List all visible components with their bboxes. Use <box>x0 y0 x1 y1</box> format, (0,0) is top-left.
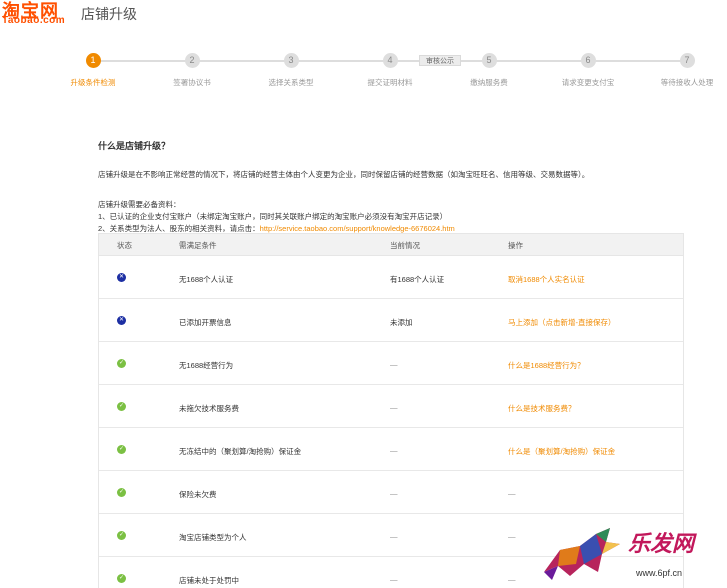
current-status-text: — <box>390 403 398 412</box>
current-status-text: 有1688个人认证 <box>390 275 445 284</box>
page-title: 店铺升级 <box>81 6 137 22</box>
condition-text: 保险未欠费 <box>179 490 217 499</box>
table-row: ✓ 无1688经营行为 — 什么是1688经营行为？ <box>99 342 683 385</box>
current-status-text: — <box>390 360 398 369</box>
table-row: ✓ 未拖欠技术服务费 — 什么是技术服务费？ <box>99 385 683 428</box>
step-number: 1 <box>85 53 101 68</box>
condition-text: 淘宝店铺类型为个人 <box>179 533 247 542</box>
knowledge-link[interactable]: http://service.taobao.com/support/knowle… <box>260 224 455 233</box>
action-link[interactable]: 什么是技术服务费？ <box>508 403 576 414</box>
check-icon: ✓ <box>117 445 126 454</box>
logo-text-en: Taobao.com <box>2 15 66 26</box>
step-number: 4 <box>382 53 398 68</box>
step-3: 3 选择关系类型 <box>241 50 341 88</box>
step-number: 7 <box>679 53 695 68</box>
action-link[interactable]: 取消1688个人实名认证 <box>508 274 585 285</box>
header-condition: 需满足条件 <box>179 241 217 250</box>
table-row: ✕ 无1688个人认证 有1688个人认证 取消1688个人实名认证 <box>99 256 683 299</box>
action-link[interactable]: 马上添加（点击新增-直接保存） <box>508 317 616 328</box>
step-2: 2 签署协议书 <box>142 50 242 88</box>
current-status-text: — <box>390 532 398 541</box>
watermark-text: 乐发网 <box>628 531 695 557</box>
fail-icon: ✕ <box>117 273 126 282</box>
check-icon: ✓ <box>117 359 126 368</box>
step-label: 等待接收人处理 <box>660 78 714 87</box>
step-label: 升级条件检测 <box>70 78 116 87</box>
requirement-1: 1、已认证的企业支付宝账户（未绑定淘宝账户，同时其关联账户绑定的淘宝账户必须没有… <box>98 212 448 221</box>
current-status-text: — <box>390 489 398 498</box>
table-row: ✓ 保险未欠费 — — <box>99 471 683 514</box>
check-icon: ✓ <box>117 531 126 540</box>
condition-text: 无冻结中的（聚划算/淘抢购）保证金 <box>179 447 302 456</box>
watermark-bull-icon <box>544 528 620 580</box>
action-text: — <box>508 489 516 498</box>
step-label: 选择关系类型 <box>268 78 314 87</box>
step-5: 5 缴纳服务费 <box>439 50 539 88</box>
condition-text: 无1688经营行为 <box>179 361 234 370</box>
condition-text: 店铺未处于处罚中 <box>179 576 239 585</box>
step-label: 提交证明材料 <box>367 78 413 87</box>
header-status: 状态 <box>117 241 132 250</box>
table-row: ✓ 无冻结中的（聚划算/淘抢购）保证金 — 什么是（聚划算/淘抢购）保证金 <box>99 428 683 471</box>
watermark: 乐发网 www.6pf.cn <box>536 520 727 588</box>
current-status-text: 未添加 <box>390 318 413 327</box>
header-current: 当前情况 <box>390 241 420 250</box>
table-header: 状态 需满足条件 当前情况 操作 <box>99 234 683 256</box>
step-number: 6 <box>580 53 596 68</box>
intro-description: 店铺升级是在不影响正常经营的情况下，将店铺的经营主体由个人变更为企业，同时保留店… <box>98 170 590 179</box>
step-1: 1 升级条件检测 <box>43 50 143 88</box>
current-status-text: — <box>390 446 398 455</box>
fail-icon: ✕ <box>117 316 126 325</box>
step-number: 5 <box>481 53 497 68</box>
intro-title: 什么是店铺升级？ <box>98 141 171 151</box>
step-label: 签署协议书 <box>173 78 211 87</box>
check-icon: ✓ <box>117 402 126 411</box>
step-label: 缴纳服务费 <box>470 78 508 87</box>
action-text: — <box>508 575 516 584</box>
requirement-2-text: 2、关系类型为法人、股东的相关资料，请点击： <box>98 224 260 233</box>
taobao-logo[interactable]: 淘宝网 Taobao.com <box>2 0 74 28</box>
condition-text: 未拖欠技术服务费 <box>179 404 239 413</box>
current-status-text: — <box>390 575 398 584</box>
condition-text: 已添加开票信息 <box>179 318 232 327</box>
check-icon: ✓ <box>117 574 126 583</box>
condition-text: 无1688个人认证 <box>179 275 234 284</box>
step-number: 2 <box>184 53 200 68</box>
page-header: 淘宝网 Taobao.com 店铺升级 <box>0 0 727 30</box>
header-action: 操作 <box>508 241 523 250</box>
step-6: 6 请求变更支付宝 <box>538 50 638 88</box>
requirements-title: 店铺升级需要必备资料： <box>98 200 181 209</box>
table-row: ✕ 已添加开票信息 未添加 马上添加（点击新增-直接保存） <box>99 299 683 342</box>
step-7: 7 等待接收人处理 <box>637 50 727 88</box>
step-number: 3 <box>283 53 299 68</box>
check-icon: ✓ <box>117 488 126 497</box>
action-link[interactable]: 什么是（聚划算/淘抢购）保证金 <box>508 446 615 457</box>
action-text: — <box>508 532 516 541</box>
action-link[interactable]: 什么是1688经营行为？ <box>508 360 585 371</box>
watermark-url: www.6pf.cn <box>636 568 683 578</box>
progress-steps: 1 升级条件检测 2 签署协议书 3 选择关系类型 4 提交证明材料 审核公示 … <box>0 50 727 90</box>
step-label: 请求变更支付宝 <box>561 78 615 87</box>
